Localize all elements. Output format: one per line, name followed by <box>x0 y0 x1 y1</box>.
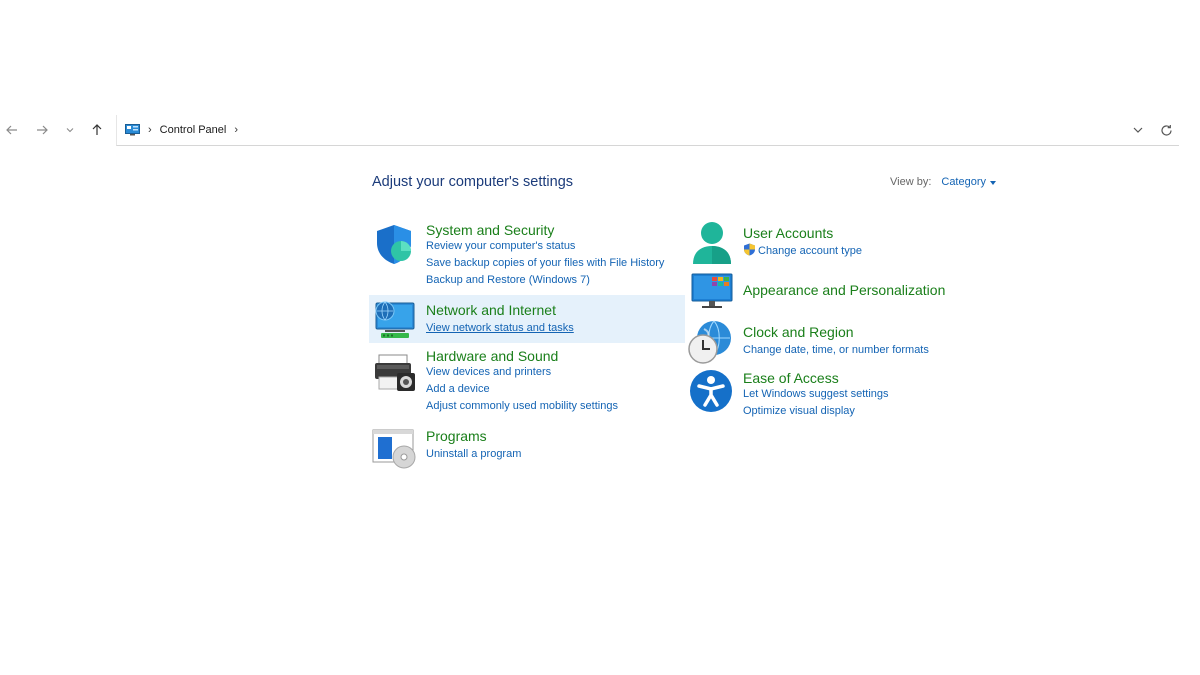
category-title[interactable]: Hardware and Sound <box>426 348 618 364</box>
category-title[interactable]: Ease of Access <box>743 370 889 386</box>
arrow-left-icon <box>6 125 17 135</box>
user-icon[interactable] <box>690 220 734 266</box>
link-change-account-type-text[interactable]: Change account type <box>758 245 862 257</box>
category-programs: Programs Uninstall a program <box>426 428 521 463</box>
up-button[interactable] <box>86 115 108 145</box>
link-windows-suggest[interactable]: Let Windows suggest settings <box>743 386 889 403</box>
recent-locations-button[interactable] <box>59 115 81 145</box>
link-uninstall-program[interactable]: Uninstall a program <box>426 446 521 463</box>
link-mobility-settings[interactable]: Adjust commonly used mobility settings <box>426 398 618 415</box>
link-backup-restore[interactable]: Backup and Restore (Windows 7) <box>426 272 664 289</box>
breadcrumb-control-panel[interactable]: Control Panel <box>160 124 227 136</box>
link-file-history[interactable]: Save backup copies of your files with Fi… <box>426 255 664 272</box>
category-appearance: Appearance and Personalization <box>743 282 945 298</box>
category-clock-region: Clock and Region Change date, time, or n… <box>743 324 929 359</box>
category-title[interactable]: Programs <box>426 428 521 444</box>
view-by-dropdown[interactable]: Category <box>941 176 986 188</box>
link-change-account-type[interactable]: Change account type <box>743 243 862 260</box>
programs-icon[interactable] <box>372 428 417 470</box>
category-hardware-sound: Hardware and Sound View devices and prin… <box>426 348 618 415</box>
arrow-right-icon <box>37 125 48 135</box>
chevron-down-icon <box>66 128 74 133</box>
breadcrumb-separator[interactable]: › <box>234 124 238 136</box>
refresh-icon <box>1160 124 1172 136</box>
back-button[interactable] <box>1 115 23 145</box>
shield-icon[interactable] <box>373 223 415 265</box>
breadcrumb-separator[interactable]: › <box>148 124 152 136</box>
monitor-icon[interactable] <box>690 271 734 311</box>
category-title[interactable]: Network and Internet <box>426 302 574 318</box>
link-add-device[interactable]: Add a device <box>426 381 618 398</box>
category-title[interactable]: User Accounts <box>743 225 862 241</box>
category-title[interactable]: Appearance and Personalization <box>743 282 945 298</box>
category-ease-of-access: Ease of Access Let Windows suggest setti… <box>743 370 889 420</box>
link-devices-printers[interactable]: View devices and printers <box>426 364 618 381</box>
category-network-internet: Network and Internet View network status… <box>426 302 574 337</box>
clock-globe-icon[interactable] <box>688 319 734 365</box>
control-panel-icon <box>125 124 140 136</box>
page-title: Adjust your computer's settings <box>372 174 574 190</box>
category-title[interactable]: System and Security <box>426 222 664 238</box>
chevron-down-icon <box>1133 127 1143 133</box>
link-network-status[interactable]: View network status and tasks <box>426 320 574 337</box>
uac-shield-icon <box>744 243 755 256</box>
printer-icon[interactable] <box>373 353 417 393</box>
view-by-label: View by: <box>890 176 932 188</box>
network-icon[interactable] <box>373 299 415 341</box>
dropdown-caret-icon[interactable] <box>990 180 997 185</box>
link-date-time-formats[interactable]: Change date, time, or number formats <box>743 342 929 359</box>
category-system-security: System and Security Review your computer… <box>426 222 664 289</box>
category-user-accounts: User Accounts Change account type <box>743 225 862 260</box>
accessibility-icon[interactable] <box>689 369 733 413</box>
forward-button[interactable] <box>31 115 53 145</box>
navigation-bar: › Control Panel › <box>0 115 1200 147</box>
category-title[interactable]: Clock and Region <box>743 324 929 340</box>
address-bar[interactable]: › Control Panel › <box>116 115 1179 146</box>
address-history-button[interactable] <box>1123 115 1153 145</box>
link-optimize-display[interactable]: Optimize visual display <box>743 403 889 420</box>
view-by-control: View by: Category <box>890 176 997 188</box>
arrow-up-icon <box>92 124 102 135</box>
refresh-button[interactable] <box>1153 115 1179 145</box>
link-review-status[interactable]: Review your computer's status <box>426 238 664 255</box>
